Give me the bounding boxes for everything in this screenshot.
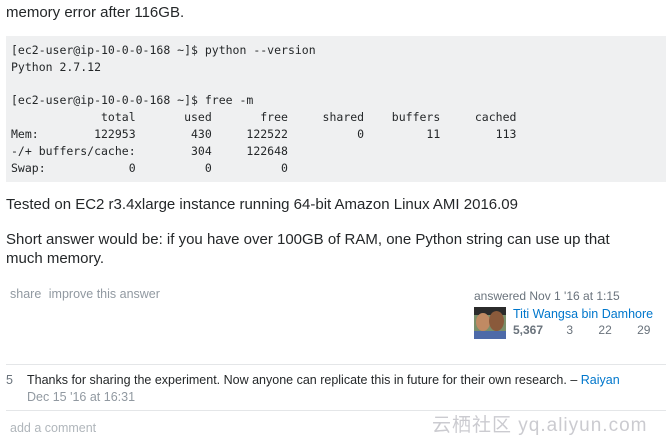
improve-answer-link[interactable]: improve this answer — [49, 287, 160, 301]
watermark-cn-text: 云栖社区 — [432, 414, 513, 436]
user-stats: 5,367 3 22 29 — [513, 323, 662, 337]
comments-divider-top — [6, 364, 666, 365]
post-menu: share improve this answer — [10, 287, 164, 301]
user-details: Titi Wangsa bin Damhore 5,367 3 22 29 — [513, 307, 662, 337]
comment-text: Thanks for sharing the experiment. Now a… — [27, 373, 578, 387]
comment-author-link[interactable]: Raiyan — [581, 373, 620, 387]
bronze-badge-count: 29 — [637, 323, 651, 337]
share-link[interactable]: share — [10, 287, 41, 301]
silver-badge-count: 22 — [598, 323, 612, 337]
user-name-link[interactable]: Titi Wangsa bin Damhore — [513, 307, 662, 321]
answer-intro-text: memory error after 116GB. — [6, 4, 185, 21]
answer-paragraph-2: Short answer would be: if you have over … — [6, 231, 610, 267]
avatar[interactable] — [474, 307, 506, 339]
comment-body: Thanks for sharing the experiment. Now a… — [27, 372, 662, 405]
comment-date: Dec 15 '16 at 16:31 — [27, 390, 136, 404]
answered-time: answered Nov 1 '16 at 1:15 — [474, 289, 620, 303]
user-row: Titi Wangsa bin Damhore 5,367 3 22 29 — [474, 307, 664, 339]
avatar-shirt — [474, 331, 506, 339]
watermark-url-text: yq.aliyun.com — [518, 415, 648, 436]
comment-score: 5 — [6, 373, 13, 387]
answer-paragraph-1: Tested on EC2 r3.4xlarge instance runnin… — [6, 196, 518, 213]
avatar-face-right — [489, 311, 504, 331]
gold-badge-count: 3 — [566, 323, 574, 337]
user-card: answered Nov 1 '16 at 1:15 Titi Wangsa b… — [474, 289, 664, 339]
code-block: [ec2-user@ip-10-0-0-168 ~]$ python --ver… — [6, 36, 666, 182]
add-comment-link[interactable]: add a comment — [10, 421, 96, 435]
reputation-score: 5,367 — [513, 323, 544, 337]
watermark: 云栖社区 yq.aliyun.com — [432, 410, 647, 437]
avatar-face-left — [476, 313, 490, 331]
